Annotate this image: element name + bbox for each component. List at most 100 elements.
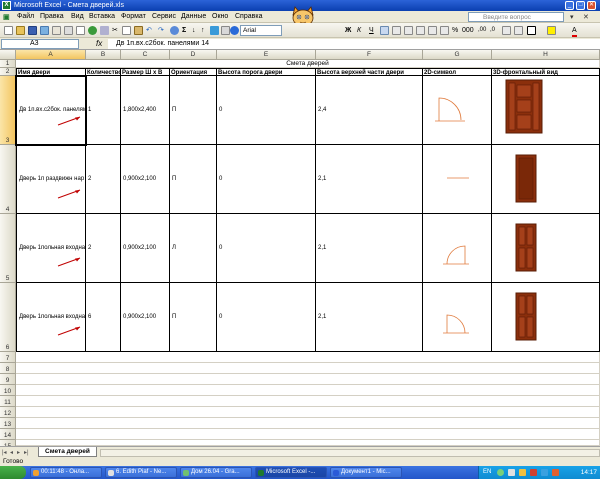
size-cell[interactable]: 0,900x2,100 (121, 283, 170, 352)
row-header[interactable]: 7 (0, 352, 16, 363)
header-door-name[interactable]: Имя двери (16, 68, 86, 76)
size-cell[interactable]: 0,900x2,100 (121, 214, 170, 283)
view-3d-cell[interactable] (492, 214, 600, 283)
workbook-close-icon[interactable]: ✕ (583, 13, 589, 21)
maximize-button[interactable]: □ (576, 1, 585, 10)
empty-row[interactable] (16, 385, 600, 396)
open-folder-icon[interactable] (16, 26, 25, 35)
symbol-2d-cell[interactable] (423, 76, 492, 145)
tray-antivirus-icon[interactable] (552, 469, 559, 476)
tray-network-icon[interactable] (497, 469, 504, 476)
header-orientation[interactable]: Ориентация (170, 68, 217, 76)
cut-icon[interactable]: ✂ (112, 26, 118, 35)
quantity-cell[interactable]: 6 (86, 283, 121, 352)
orientation-cell[interactable]: П (170, 145, 217, 214)
empty-row[interactable] (16, 352, 600, 363)
sheet-tab-active[interactable]: Смета дверей (38, 447, 97, 457)
decrease-decimal-icon[interactable]: ,0 (490, 26, 495, 35)
percent-style-icon[interactable]: % (452, 26, 458, 35)
drawing-icon[interactable] (221, 26, 230, 35)
view-3d-cell[interactable] (492, 76, 600, 145)
sill-height-cell[interactable]: 0 (217, 214, 316, 283)
language-indicator[interactable]: EN (483, 466, 491, 479)
row-header[interactable]: 1 (0, 60, 16, 68)
horizontal-scrollbar[interactable] (100, 449, 600, 457)
row-header[interactable]: 8 (0, 363, 16, 374)
orientation-cell[interactable]: П (170, 283, 217, 352)
decrease-indent-icon[interactable] (502, 26, 511, 35)
print-preview-icon[interactable] (76, 26, 85, 35)
spelling-icon[interactable] (88, 26, 97, 35)
size-cell[interactable]: 1,800x2,400 (121, 76, 170, 145)
menu-edit[interactable]: Правка (40, 13, 64, 20)
menu-view[interactable]: Вид (71, 13, 84, 20)
italic-icon[interactable]: К (357, 26, 361, 35)
bold-icon[interactable]: Ж (345, 26, 351, 35)
menu-help[interactable]: Справка (235, 13, 262, 20)
research-icon[interactable] (100, 26, 109, 35)
row-header[interactable]: 9 (0, 374, 16, 385)
row-header[interactable]: 4 (0, 145, 16, 214)
empty-row[interactable] (16, 429, 600, 440)
header-quantity[interactable]: Количество (86, 68, 121, 76)
sill-height-cell[interactable]: 0 (217, 76, 316, 145)
symbol-2d-cell[interactable] (423, 214, 492, 283)
menu-format[interactable]: Формат (121, 13, 146, 20)
print-icon[interactable] (64, 26, 73, 35)
column-header-f[interactable]: F (316, 50, 423, 60)
permission-icon[interactable] (40, 26, 49, 35)
align-center-icon[interactable] (392, 26, 401, 35)
increase-decimal-icon[interactable]: ,00 (478, 26, 486, 35)
quantity-cell[interactable]: 2 (86, 214, 121, 283)
symbol-2d-cell[interactable] (423, 283, 492, 352)
menu-data[interactable]: Данные (181, 13, 206, 20)
header-size[interactable]: Размер Ш x В (121, 68, 170, 76)
sill-height-cell[interactable]: 0 (217, 283, 316, 352)
column-header-c[interactable]: C (121, 50, 170, 60)
taskbar-item-music[interactable]: 6. Edith Piaf - Ne... (105, 467, 177, 478)
column-header-d[interactable]: D (170, 50, 217, 60)
door-name-cell[interactable]: Дверь 1польная входная (16, 283, 86, 352)
orientation-cell[interactable]: Л (170, 214, 217, 283)
empty-row[interactable] (16, 396, 600, 407)
email-icon[interactable] (52, 26, 61, 35)
borders-icon[interactable] (527, 26, 536, 35)
chevron-down-icon[interactable]: ▾ (570, 13, 574, 21)
symbol-2d-cell[interactable] (423, 145, 492, 214)
autosum-icon[interactable]: Σ (182, 26, 186, 35)
sort-descending-icon[interactable]: ↑ (201, 26, 205, 35)
align-left-icon[interactable] (380, 26, 389, 35)
row-header[interactable]: 5 (0, 214, 16, 283)
column-header-g[interactable]: G (423, 50, 492, 60)
sill-height-cell[interactable]: 0 (217, 145, 316, 214)
start-button[interactable] (0, 466, 26, 479)
font-name-select[interactable]: Arial (240, 25, 282, 36)
prev-sheet-icon[interactable]: ◂ (10, 449, 13, 456)
minimize-button[interactable]: _ (565, 1, 574, 10)
top-height-cell[interactable]: 2,1 (316, 214, 423, 283)
worksheet-grid[interactable]: A B C D E F G H 1 2 3 4 5 6 7 8 9 10 11 … (0, 50, 600, 446)
close-button[interactable]: ✕ (587, 1, 596, 10)
empty-row[interactable] (16, 363, 600, 374)
taskbar-item-excel[interactable]: Microsoft Excel -... (255, 467, 327, 478)
sheet-title-cell[interactable]: Смета дверей (16, 60, 600, 68)
new-file-icon[interactable] (4, 26, 13, 35)
column-header-e[interactable]: E (217, 50, 316, 60)
row-header[interactable]: 10 (0, 385, 16, 396)
copy-icon[interactable] (122, 26, 131, 35)
select-all-corner[interactable] (0, 50, 16, 60)
increase-indent-icon[interactable] (514, 26, 523, 35)
top-height-cell[interactable]: 2,1 (316, 283, 423, 352)
insert-function-icon[interactable]: fx (96, 39, 102, 49)
row-header[interactable]: 6 (0, 283, 16, 352)
distributed-icon[interactable] (440, 26, 449, 35)
empty-row[interactable] (16, 407, 600, 418)
empty-row[interactable] (16, 418, 600, 429)
row-header[interactable]: 13 (0, 418, 16, 429)
fill-color-icon[interactable] (547, 26, 556, 35)
comma-style-icon[interactable]: 000 (462, 26, 474, 35)
door-name-cell[interactable]: Дверь 1п раздвижн нар (16, 145, 86, 214)
row-header[interactable]: 2 (0, 68, 16, 76)
row-header[interactable]: 12 (0, 407, 16, 418)
next-sheet-icon[interactable]: ▸ (17, 449, 20, 456)
